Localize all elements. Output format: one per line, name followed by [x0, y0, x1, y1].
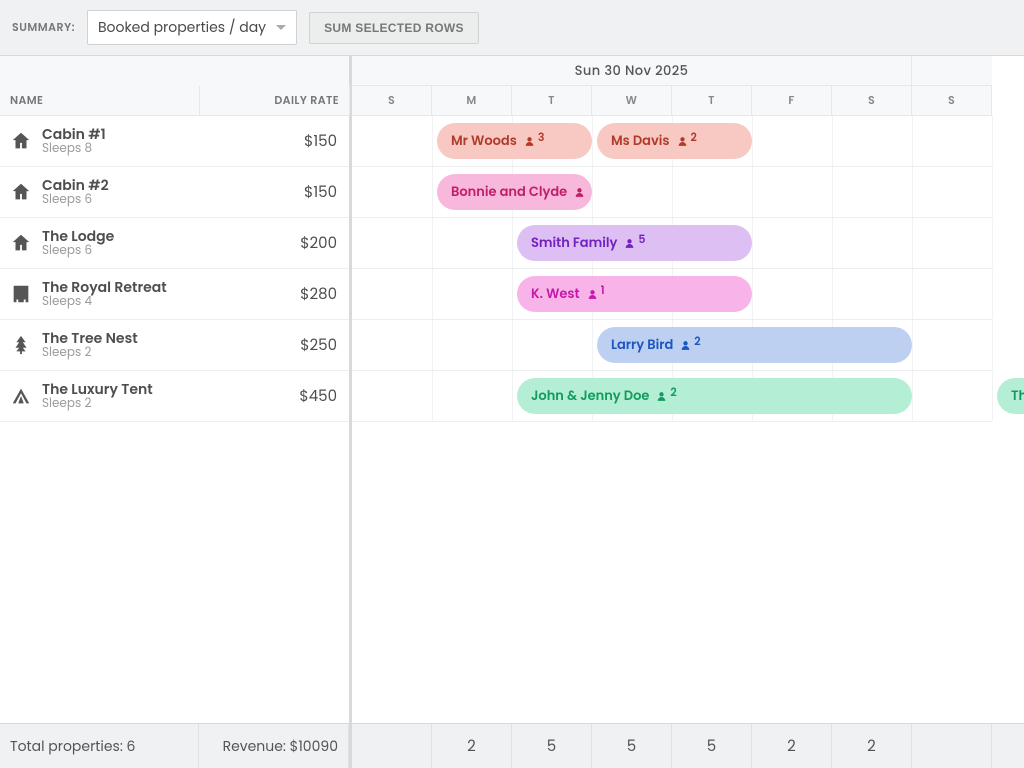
property-sleeps: Sleeps 4	[42, 295, 167, 309]
footer-day-count: 5	[592, 724, 672, 768]
hotel-icon	[10, 283, 32, 305]
week-group-header: Sun 30 Nov 2025	[352, 56, 912, 85]
tree-icon	[10, 334, 32, 356]
timeline-row[interactable]: John & Jenny Doe2Th	[352, 371, 992, 422]
summary-combo[interactable]: Booked properties / day	[87, 10, 297, 45]
property-rate: $150	[199, 181, 349, 204]
property-row[interactable]: The Luxury TentSleeps 2$450	[0, 371, 349, 422]
booking-guests: 2	[691, 129, 697, 146]
day-header[interactable]: S	[352, 86, 432, 115]
property-row[interactable]: The LodgeSleeps 6$200	[0, 218, 349, 269]
booking-event[interactable]: Mr Woods 3	[437, 123, 592, 159]
person-icon	[655, 390, 668, 403]
person-icon	[586, 288, 599, 301]
footer-day-count: 2	[432, 724, 512, 768]
footer-day-count: 5	[512, 724, 592, 768]
booking-name: Ms Davis	[611, 131, 670, 151]
column-header-name[interactable]: NAME	[0, 86, 200, 115]
toolbar: SUMMARY: Booked properties / day SUM SEL…	[0, 0, 1024, 56]
property-sleeps: Sleeps 6	[42, 244, 114, 258]
booking-event[interactable]: Ms Davis 2	[597, 123, 752, 159]
booking-event[interactable]: K. West 1	[517, 276, 752, 312]
timeline-row[interactable]: Bonnie and Clyde	[352, 167, 992, 218]
booking-event[interactable]: Larry Bird 2	[597, 327, 912, 363]
sum-selected-rows-button[interactable]: SUM SELECTED ROWS	[309, 12, 479, 44]
timeline-row[interactable]: K. West 1	[352, 269, 992, 320]
day-header[interactable]: F	[752, 86, 832, 115]
person-icon	[523, 135, 536, 148]
property-sleeps: Sleeps 6	[42, 193, 109, 207]
footer-day-count	[912, 724, 992, 768]
person-icon	[676, 135, 689, 148]
summary-value: Booked properties / day	[98, 17, 266, 38]
booking-guests: 2	[694, 333, 700, 350]
footer-day-count	[352, 724, 432, 768]
booking-guests: 1	[601, 282, 605, 299]
property-rate: $200	[199, 232, 349, 255]
footer: Total properties: 6 Revenue: $10090 2555…	[0, 723, 1024, 768]
day-header[interactable]: S	[912, 86, 992, 115]
property-row[interactable]: The Royal RetreatSleeps 4$280	[0, 269, 349, 320]
booking-event[interactable]: Th	[997, 378, 1024, 414]
property-row[interactable]: Cabin #2Sleeps 6$150	[0, 167, 349, 218]
footer-day-count: 2	[752, 724, 832, 768]
day-header[interactable]: M	[432, 86, 512, 115]
day-header[interactable]: S	[832, 86, 912, 115]
footer-total-properties: Total properties: 6	[0, 724, 199, 768]
footer-day-count: 5	[672, 724, 752, 768]
person-icon	[573, 186, 586, 199]
booking-event[interactable]: Bonnie and Clyde	[437, 174, 592, 210]
booking-guests: 3	[538, 129, 545, 146]
home-icon	[10, 181, 32, 203]
summary-label: SUMMARY:	[12, 19, 75, 36]
booking-guests: 5	[638, 231, 645, 248]
day-header[interactable]: T	[512, 86, 592, 115]
timeline-row[interactable]: Mr Woods 3 Ms Davis 2	[352, 116, 992, 167]
timeline-row[interactable]: Larry Bird 2	[352, 320, 992, 371]
booking-event[interactable]: John & Jenny Doe 2	[517, 378, 912, 414]
booking-name: Th	[1011, 386, 1024, 406]
property-rate: $150	[199, 130, 349, 153]
home-icon	[10, 232, 32, 254]
booking-name: Mr Woods	[451, 131, 517, 151]
booking-name: John & Jenny Doe	[531, 386, 649, 406]
day-header[interactable]: T	[672, 86, 752, 115]
booking-event[interactable]: Smith Family 5	[517, 225, 752, 261]
person-icon	[623, 237, 636, 250]
timeline-row[interactable]: Smith Family 5	[352, 218, 992, 269]
property-rate: $450	[199, 385, 349, 408]
day-header[interactable]: W	[592, 86, 672, 115]
booking-name: Smith Family	[531, 233, 617, 253]
locked-columns: NAME DAILY RATE Cabin #1Sleeps 8$150Cabi…	[0, 56, 352, 723]
property-sleeps: Sleeps 8	[42, 142, 106, 156]
booking-name: Bonnie and Clyde	[451, 182, 567, 202]
property-rate: $250	[199, 334, 349, 357]
footer-day-count: 2	[832, 724, 912, 768]
booking-name: Larry Bird	[611, 335, 673, 355]
property-row[interactable]: The Tree NestSleeps 2$250	[0, 320, 349, 371]
property-row[interactable]: Cabin #1Sleeps 8$150	[0, 116, 349, 167]
property-sleeps: Sleeps 2	[42, 397, 153, 411]
column-header-daily-rate[interactable]: DAILY RATE	[200, 86, 350, 115]
booking-guests: 2	[670, 384, 676, 401]
property-sleeps: Sleeps 2	[42, 346, 138, 360]
tent-icon	[10, 385, 32, 407]
booking-name: K. West	[531, 284, 580, 304]
footer-revenue: Revenue: $10090	[199, 724, 349, 768]
home-icon	[10, 130, 32, 152]
person-icon	[679, 339, 692, 352]
timeline[interactable]: Sun 30 Nov 2025 SMTWTFSS Mr Woods3Ms Dav…	[352, 56, 1024, 723]
property-rate: $280	[199, 283, 349, 306]
chevron-down-icon	[276, 25, 286, 30]
